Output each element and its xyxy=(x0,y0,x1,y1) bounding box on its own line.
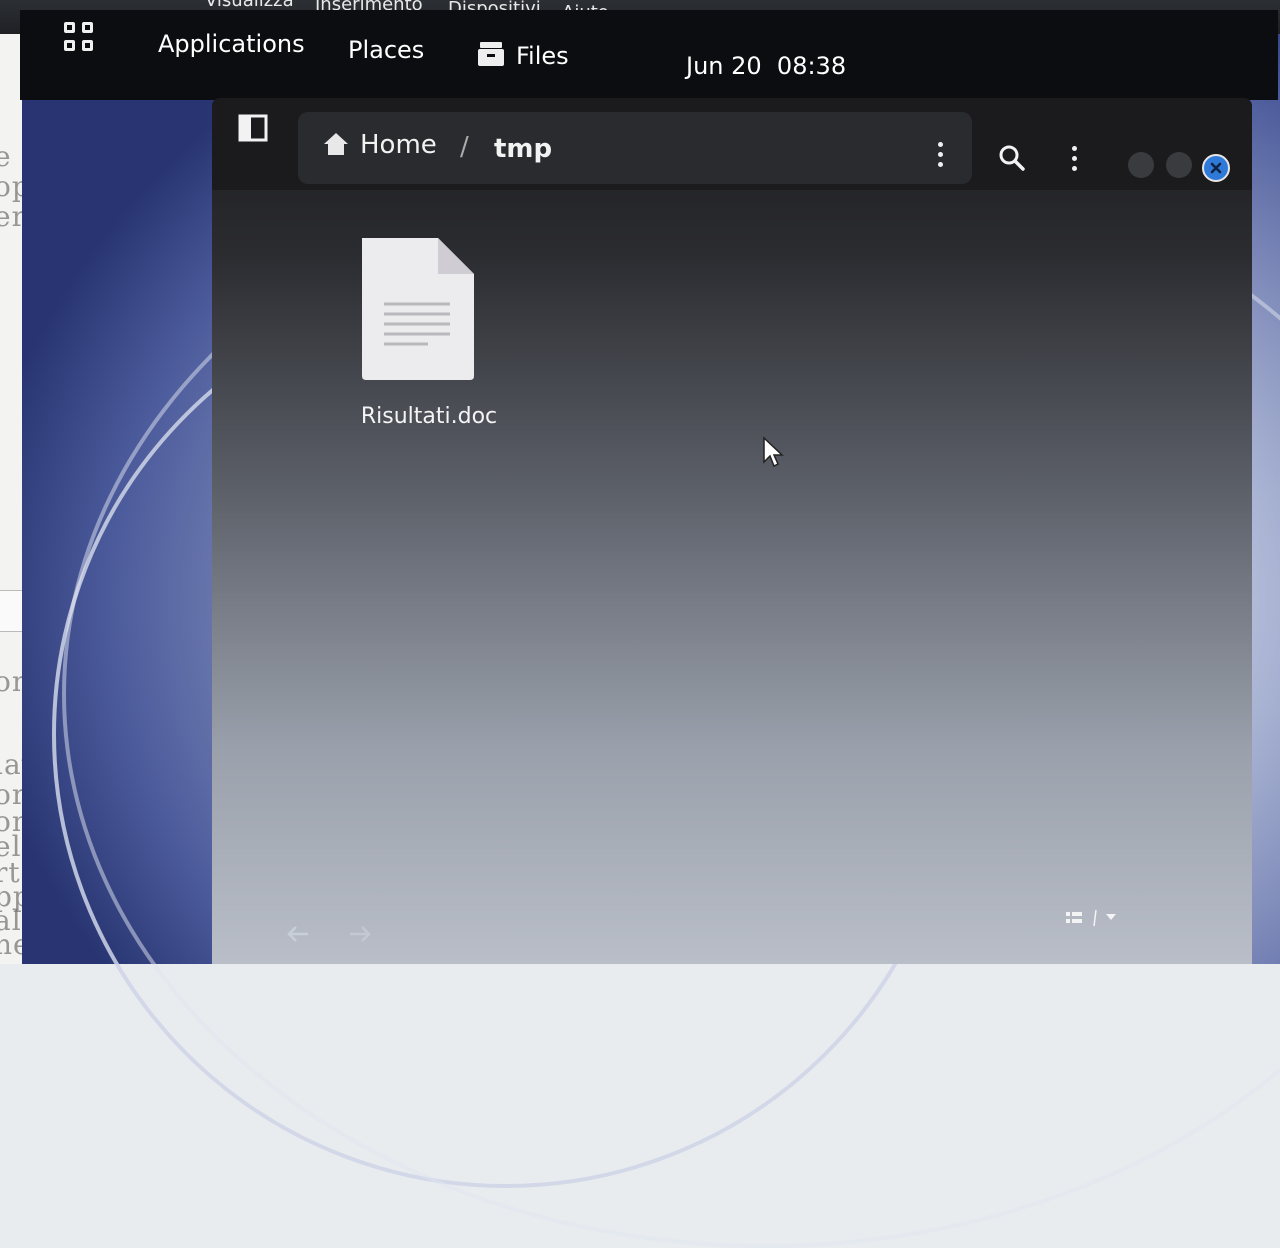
places-menu[interactable]: Places xyxy=(348,36,424,64)
main-menu-kebab-icon[interactable] xyxy=(1072,146,1078,172)
mouse-pointer-icon xyxy=(763,436,784,468)
minimize-button[interactable] xyxy=(1128,152,1154,178)
list-view-icon[interactable] xyxy=(1064,904,1124,930)
maximize-button[interactable] xyxy=(1166,152,1192,178)
arrow-left-icon[interactable] xyxy=(286,924,310,944)
arrow-right-icon[interactable] xyxy=(348,924,372,944)
path-separator: / xyxy=(460,132,469,162)
file-name-label: Risultati.doc xyxy=(360,404,498,429)
path-home-button[interactable]: Home xyxy=(360,130,437,160)
host-text-line: e xyxy=(0,140,12,173)
close-icon xyxy=(1210,162,1222,174)
file-cabinet-icon xyxy=(478,42,504,66)
document-icon xyxy=(362,238,474,380)
path-bar: Home / tmp xyxy=(298,112,972,184)
header-bar: Home / tmp xyxy=(212,98,1252,190)
home-icon xyxy=(324,133,348,155)
activities-grid-icon[interactable] xyxy=(64,22,98,56)
close-button[interactable] xyxy=(1202,154,1230,182)
search-icon[interactable] xyxy=(998,144,1026,172)
path-menu-kebab-icon[interactable] xyxy=(938,142,944,168)
sidebar-toggle-icon[interactable] xyxy=(238,114,268,142)
path-current-tmp[interactable]: tmp xyxy=(494,134,552,164)
files-window: Home / tmp Risultati.doc xyxy=(212,98,1252,964)
top-bar: Applications Places Files Jun 20 08:38 xyxy=(20,10,1278,100)
applications-menu[interactable]: Applications xyxy=(158,30,305,58)
file-item-risultati[interactable]: Risultati.doc xyxy=(342,234,502,444)
clock[interactable]: Jun 20 08:38 xyxy=(686,52,846,80)
files-app-menu[interactable]: Files xyxy=(516,42,569,70)
